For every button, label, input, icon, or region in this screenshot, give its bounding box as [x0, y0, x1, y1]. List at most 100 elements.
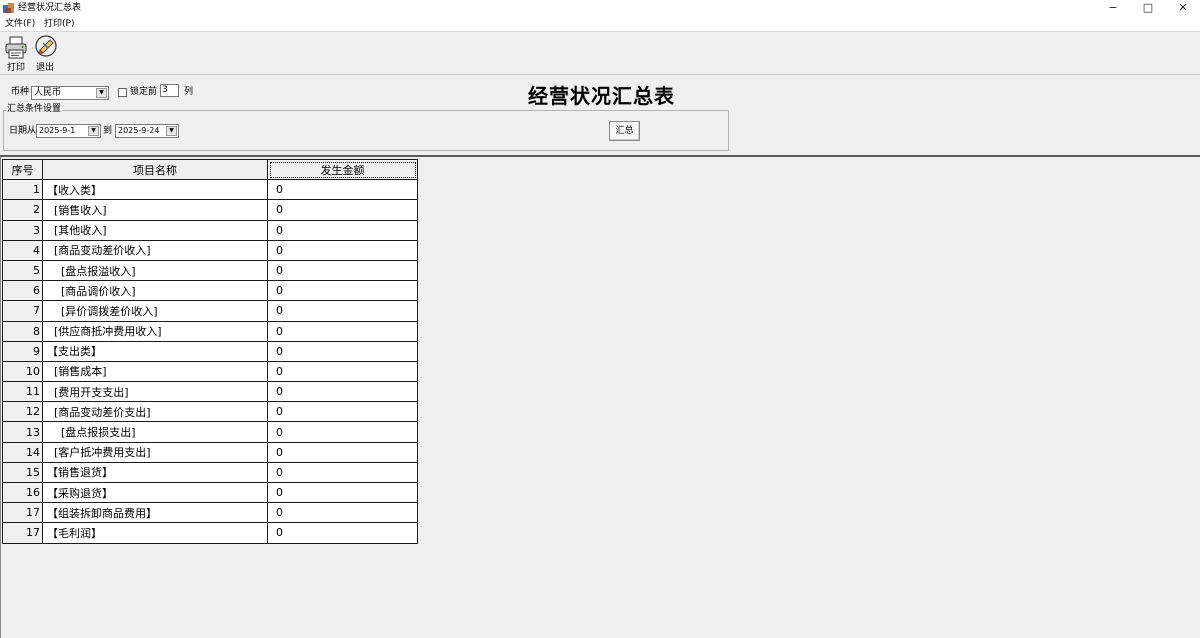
summary-condition-legend: 汇总条件设置 — [6, 104, 63, 115]
row-seq-cell[interactable]: 4 — [2, 239, 43, 261]
row-seq-cell[interactable]: 8 — [2, 320, 43, 342]
row-name-cell[interactable]: [商品调价收入] — [42, 280, 268, 302]
table-row[interactable]: 13 [盘点报损支出] 0 — [2, 421, 418, 443]
lock-columns-checkbox[interactable] — [118, 88, 127, 97]
window-title: 经营状况汇总表 — [18, 3, 82, 13]
row-amount-cell[interactable]: 0 — [267, 481, 418, 504]
row-amount-cell[interactable]: 0 — [267, 522, 418, 544]
table-row[interactable]: 4 [商品变动差价收入] 0 — [2, 239, 418, 261]
currency-value: 人民币 — [34, 88, 62, 98]
header-item-name[interactable]: 项目名称 — [42, 158, 268, 181]
exit-button[interactable]: 退出 — [32, 34, 58, 74]
header-amount[interactable]: 发生金额 — [267, 158, 418, 181]
exit-label: 退出 — [35, 63, 54, 73]
row-amount-cell[interactable]: 0 — [267, 441, 418, 463]
table-row[interactable]: 8 [供应商抵冲费用收入] 0 — [2, 320, 418, 342]
maximize-button[interactable]: □ — [1131, 0, 1165, 16]
app-icon — [3, 3, 14, 13]
row-seq-cell[interactable]: 1 — [2, 179, 43, 201]
table-row[interactable]: 11 [费用开支支出] 0 — [2, 381, 418, 403]
row-name-cell[interactable]: [费用开支支出] — [42, 381, 268, 403]
row-name-cell[interactable]: [其他收入] — [42, 219, 268, 241]
row-name-cell[interactable]: [销售收入] — [42, 199, 268, 221]
table-row[interactable]: 12 [商品变动差价支出] 0 — [2, 401, 418, 423]
row-name-cell[interactable]: [商品变动差价收入] — [42, 239, 268, 261]
table-row[interactable]: 15 【销售退货】 0 — [2, 461, 418, 484]
row-amount-cell[interactable]: 0 — [267, 461, 418, 484]
print-button[interactable]: 打印 — [3, 34, 29, 74]
grid-header-row: 序号 项目名称 发生金额 — [2, 158, 418, 181]
table-row[interactable]: 6 [商品调价收入] 0 — [2, 280, 418, 302]
row-name-cell[interactable]: 【毛利润】 — [42, 522, 268, 544]
summary-button[interactable]: 汇总 — [609, 121, 640, 141]
row-amount-cell[interactable]: 0 — [267, 179, 418, 201]
row-amount-cell[interactable]: 0 — [267, 421, 418, 443]
menu-print[interactable]: 打印(P) — [44, 18, 74, 30]
row-name-cell[interactable]: 【支出类】 — [42, 340, 268, 362]
row-name-cell[interactable]: 【销售退货】 — [42, 461, 268, 484]
row-seq-cell[interactable]: 14 — [2, 441, 43, 463]
close-button[interactable]: ✕ — [1166, 0, 1200, 16]
row-name-cell[interactable]: [销售成本] — [42, 360, 268, 383]
row-name-cell[interactable]: [商品变动差价支出] — [42, 401, 268, 423]
row-name-cell[interactable]: [供应商抵冲费用收入] — [42, 320, 268, 342]
date-to-value: 2025-9-24 — [118, 126, 160, 135]
table-row[interactable]: 5 [盘点报溢收入] 0 — [2, 259, 418, 282]
row-seq-cell[interactable]: 17 — [2, 502, 43, 524]
row-seq-cell[interactable]: 3 — [2, 219, 43, 241]
row-amount-cell[interactable]: 0 — [267, 360, 418, 383]
row-amount-cell[interactable]: 0 — [267, 300, 418, 322]
minimize-button[interactable]: − — [1096, 0, 1130, 16]
row-seq-cell[interactable]: 13 — [2, 421, 43, 443]
row-seq-cell[interactable]: 10 — [2, 360, 43, 383]
row-name-cell[interactable]: [异价调拨差价收入] — [42, 300, 268, 322]
row-amount-cell[interactable]: 0 — [267, 259, 418, 282]
table-row[interactable]: 16 【采购退货】 0 — [2, 481, 418, 504]
header-seq[interactable]: 序号 — [2, 158, 43, 181]
table-row[interactable]: 14 [客户抵冲费用支出] 0 — [2, 441, 418, 463]
row-amount-cell[interactable]: 0 — [267, 280, 418, 302]
row-seq-cell[interactable]: 7 — [2, 300, 43, 322]
row-amount-cell[interactable]: 0 — [267, 199, 418, 221]
table-row[interactable]: 9 【支出类】 0 — [2, 340, 418, 362]
date-from-picker[interactable]: 2025-9-1 ▼ — [36, 124, 101, 138]
menu-file[interactable]: 文件(F) — [5, 18, 35, 30]
row-name-cell[interactable]: [客户抵冲费用支出] — [42, 441, 268, 463]
row-seq-cell[interactable]: 2 — [2, 199, 43, 221]
row-seq-cell[interactable]: 11 — [2, 381, 43, 403]
currency-select[interactable]: 人民币 ▼ — [31, 86, 109, 100]
row-amount-cell[interactable]: 0 — [267, 401, 418, 423]
row-amount-cell[interactable]: 0 — [267, 320, 418, 342]
row-name-cell[interactable]: [盘点报溢收入] — [42, 259, 268, 282]
row-amount-cell[interactable]: 0 — [267, 219, 418, 241]
date-to-picker[interactable]: 2025-9-24 ▼ — [115, 124, 179, 138]
chevron-down-icon[interactable]: ▼ — [88, 126, 99, 136]
row-seq-cell[interactable]: 16 — [2, 481, 43, 504]
row-name-cell[interactable]: 【收入类】 — [42, 179, 268, 201]
row-seq-cell[interactable]: 5 — [2, 259, 43, 282]
table-row[interactable]: 7 [异价调拨差价收入] 0 — [2, 300, 418, 322]
row-amount-cell[interactable]: 0 — [267, 381, 418, 403]
row-seq-cell[interactable]: 17 — [2, 522, 43, 544]
row-amount-cell[interactable]: 0 — [267, 340, 418, 362]
table-row[interactable]: 10 [销售成本] 0 — [2, 360, 418, 383]
currency-label: 币种 — [11, 87, 30, 97]
chevron-down-icon[interactable]: ▼ — [166, 126, 177, 136]
table-row[interactable]: 17 【毛利润】 0 — [2, 522, 418, 544]
lock-columns-input[interactable]: 3 — [160, 84, 179, 97]
row-seq-cell[interactable]: 6 — [2, 280, 43, 302]
table-row[interactable]: 1 【收入类】 0 — [2, 179, 418, 201]
row-seq-cell[interactable]: 15 — [2, 461, 43, 484]
table-row[interactable]: 2 [销售收入] 0 — [2, 199, 418, 221]
row-name-cell[interactable]: [盘点报损支出] — [42, 421, 268, 443]
row-seq-cell[interactable]: 9 — [2, 340, 43, 362]
table-row[interactable]: 17 【组装拆卸商品费用】 0 — [2, 502, 418, 524]
row-name-cell[interactable]: 【组装拆卸商品费用】 — [42, 502, 268, 524]
row-amount-cell[interactable]: 0 — [267, 502, 418, 524]
chevron-down-icon[interactable]: ▼ — [96, 88, 107, 98]
table-row[interactable]: 3 [其他收入] 0 — [2, 219, 418, 241]
row-name-cell[interactable]: 【采购退货】 — [42, 481, 268, 504]
printer-icon — [5, 36, 27, 59]
row-amount-cell[interactable]: 0 — [267, 239, 418, 261]
row-seq-cell[interactable]: 12 — [2, 401, 43, 423]
